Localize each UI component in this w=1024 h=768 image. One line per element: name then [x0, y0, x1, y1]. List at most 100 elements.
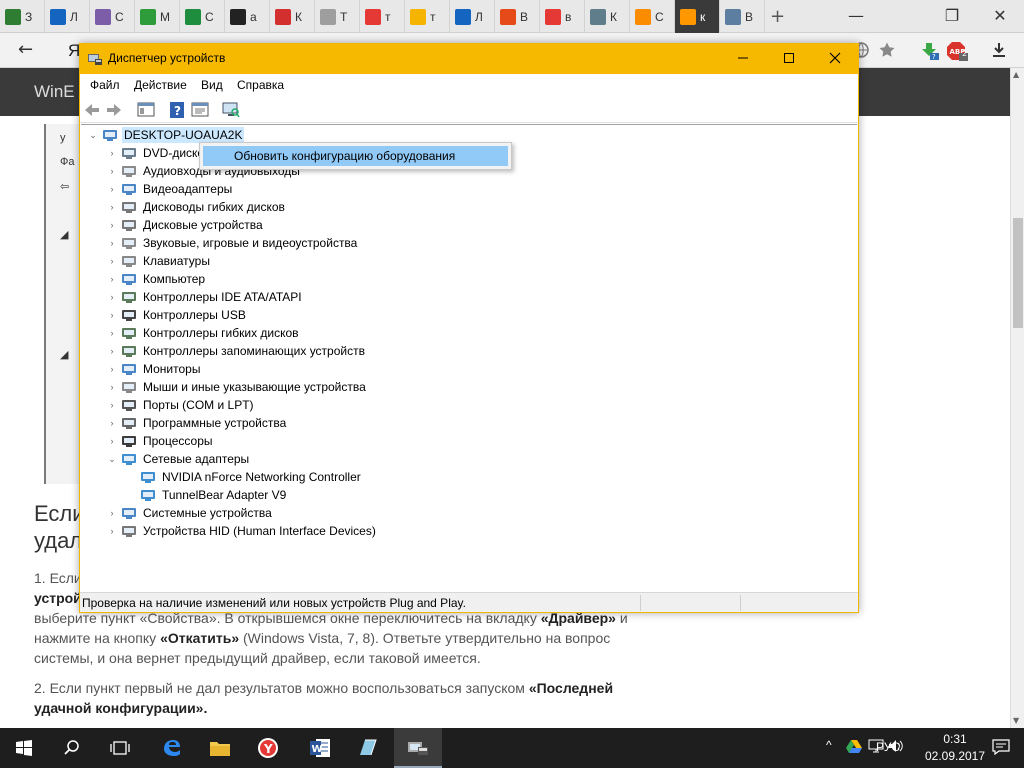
- menu-action[interactable]: Действие: [134, 78, 187, 92]
- browser-minimize-button[interactable]: —: [846, 6, 866, 25]
- minimize-button[interactable]: [720, 44, 766, 74]
- file-explorer-icon[interactable]: [196, 728, 244, 768]
- browser-maximize-button[interactable]: ❐: [942, 6, 962, 25]
- back-button[interactable]: ←: [18, 39, 33, 60]
- site-logo[interactable]: WinE: [34, 82, 75, 102]
- browser-tab[interactable]: К: [585, 0, 630, 33]
- tree-category[interactable]: › Дисководы гибких дисков: [105, 198, 287, 216]
- bookmark-star-icon[interactable]: [878, 41, 896, 59]
- scroll-down-arrow-icon[interactable]: ▼: [1013, 716, 1019, 725]
- chevron-down-icon[interactable]: ⌄: [105, 454, 119, 465]
- chevron-right-icon[interactable]: ›: [105, 184, 119, 194]
- browser-tab[interactable]: к: [675, 0, 720, 33]
- tree-category[interactable]: › Процессоры: [105, 432, 215, 450]
- download-helper-extension-icon[interactable]: ?: [920, 41, 939, 61]
- tree-category[interactable]: › Звуковые, игровые и видеоустройства: [105, 234, 359, 252]
- chevron-right-icon[interactable]: ›: [105, 382, 119, 392]
- scroll-up-arrow-icon[interactable]: ▲: [1013, 70, 1019, 79]
- chevron-right-icon[interactable]: ›: [105, 418, 119, 428]
- chevron-right-icon[interactable]: ›: [105, 328, 119, 338]
- tree-category[interactable]: › Видеоадаптеры: [105, 180, 234, 198]
- google-drive-icon[interactable]: [846, 739, 862, 756]
- browser-tab[interactable]: а: [225, 0, 270, 33]
- chevron-right-icon[interactable]: ›: [105, 508, 119, 518]
- chevron-right-icon[interactable]: ›: [105, 526, 119, 536]
- device-manager-taskbar-icon[interactable]: [394, 728, 442, 768]
- edge-browser-icon[interactable]: [148, 728, 196, 768]
- browser-tab[interactable]: З: [0, 0, 45, 33]
- menu-view[interactable]: Вид: [201, 78, 223, 92]
- chevron-right-icon[interactable]: ›: [105, 346, 119, 356]
- tree-category[interactable]: › Клавиатуры: [105, 252, 212, 270]
- browser-tab[interactable]: Т: [315, 0, 360, 33]
- browser-tab[interactable]: т: [360, 0, 405, 33]
- tree-category[interactable]: › Контроллеры USB: [105, 306, 248, 324]
- tree-device[interactable]: NVIDIA nForce Networking Controller: [124, 468, 363, 486]
- chevron-right-icon[interactable]: ›: [105, 274, 119, 284]
- scan-for-hardware-changes-menu-item[interactable]: Обновить конфигурацию оборудования: [203, 146, 508, 166]
- chevron-right-icon[interactable]: ›: [105, 400, 119, 410]
- tree-category[interactable]: › Дисковые устройства: [105, 216, 265, 234]
- menu-help[interactable]: Справка: [237, 78, 284, 92]
- tree-category[interactable]: › Компьютер: [105, 270, 207, 288]
- adblock-extension-icon[interactable]: ABP 2: [946, 41, 968, 61]
- action-center-icon[interactable]: [992, 739, 1010, 758]
- chevron-right-icon[interactable]: ›: [105, 202, 119, 212]
- start-windows-icon[interactable]: [0, 728, 48, 768]
- tree-category[interactable]: › Порты (COM и LPT): [105, 396, 256, 414]
- browser-close-button[interactable]: ✕: [990, 6, 1010, 25]
- device-tree[interactable]: ⌄ DESKTOP-UOAUA2K › DVD-диско › Аудиовходы и …: [81, 124, 857, 590]
- browser-tab[interactable]: В: [720, 0, 765, 33]
- scan-hardware-changes-icon[interactable]: [222, 101, 240, 119]
- back-arrow-icon[interactable]: [83, 101, 101, 119]
- browser-tab[interactable]: В: [495, 0, 540, 33]
- clock-time[interactable]: 0:31: [930, 732, 980, 746]
- tree-category[interactable]: ⌄ Сетевые адаптеры: [105, 450, 251, 468]
- show-hide-console-tree-icon[interactable]: [137, 101, 155, 119]
- browser-tab[interactable]: М: [135, 0, 180, 33]
- chevron-down-icon[interactable]: ⌄: [86, 130, 100, 141]
- show-hidden-icons-button[interactable]: ^: [826, 738, 832, 752]
- maximize-button[interactable]: [766, 44, 812, 74]
- scroll-thumb[interactable]: [1013, 218, 1023, 328]
- chevron-right-icon[interactable]: ›: [105, 364, 119, 374]
- properties-icon[interactable]: [191, 101, 209, 119]
- browser-tab[interactable]: С: [180, 0, 225, 33]
- browser-tab[interactable]: С: [630, 0, 675, 33]
- device-manager-titlebar[interactable]: Диспетчер устройств: [80, 44, 858, 74]
- browser-tab[interactable]: Л: [45, 0, 90, 33]
- word-icon[interactable]: W: [296, 728, 344, 768]
- close-button[interactable]: [812, 44, 858, 74]
- chevron-right-icon[interactable]: ›: [105, 310, 119, 320]
- download-icon[interactable]: [990, 41, 1008, 59]
- tree-category[interactable]: › Контроллеры запоминающих устройств: [105, 342, 367, 360]
- task-view-icon[interactable]: [96, 728, 144, 768]
- chevron-right-icon[interactable]: ›: [105, 166, 119, 176]
- browser-tab[interactable]: в: [540, 0, 585, 33]
- tree-category[interactable]: › Устройства HID (Human Interface Devices…: [105, 522, 378, 540]
- page-scrollbar[interactable]: ▲ ▼: [1010, 68, 1024, 728]
- chevron-right-icon[interactable]: ›: [105, 238, 119, 248]
- tree-category[interactable]: › Программные устройства: [105, 414, 288, 432]
- browser-tab[interactable]: К: [270, 0, 315, 33]
- browser-tab[interactable]: Л: [450, 0, 495, 33]
- browser-tab[interactable]: т: [405, 0, 450, 33]
- tree-category[interactable]: › Мыши и иные указывающие устройства: [105, 378, 368, 396]
- chevron-right-icon[interactable]: ›: [105, 220, 119, 230]
- language-indicator[interactable]: РУС: [876, 740, 900, 754]
- chevron-right-icon[interactable]: ›: [105, 256, 119, 266]
- yandex-browser-icon[interactable]: Y: [244, 728, 292, 768]
- tree-category[interactable]: › DVD-диско: [105, 144, 206, 162]
- help-icon[interactable]: ?: [168, 101, 186, 119]
- tree-category[interactable]: › Системные устройства: [105, 504, 274, 522]
- tree-category[interactable]: › Мониторы: [105, 360, 202, 378]
- tree-category[interactable]: › Контроллеры гибких дисков: [105, 324, 301, 342]
- chevron-right-icon[interactable]: ›: [105, 148, 119, 158]
- search-icon[interactable]: [48, 728, 96, 768]
- tree-device[interactable]: TunnelBear Adapter V9: [124, 486, 288, 504]
- clock-date[interactable]: 02.09.2017: [920, 749, 990, 763]
- browser-tab[interactable]: С: [90, 0, 135, 33]
- menu-file[interactable]: Файл: [90, 78, 120, 92]
- chevron-right-icon[interactable]: ›: [105, 436, 119, 446]
- new-tab-button[interactable]: +: [770, 6, 785, 27]
